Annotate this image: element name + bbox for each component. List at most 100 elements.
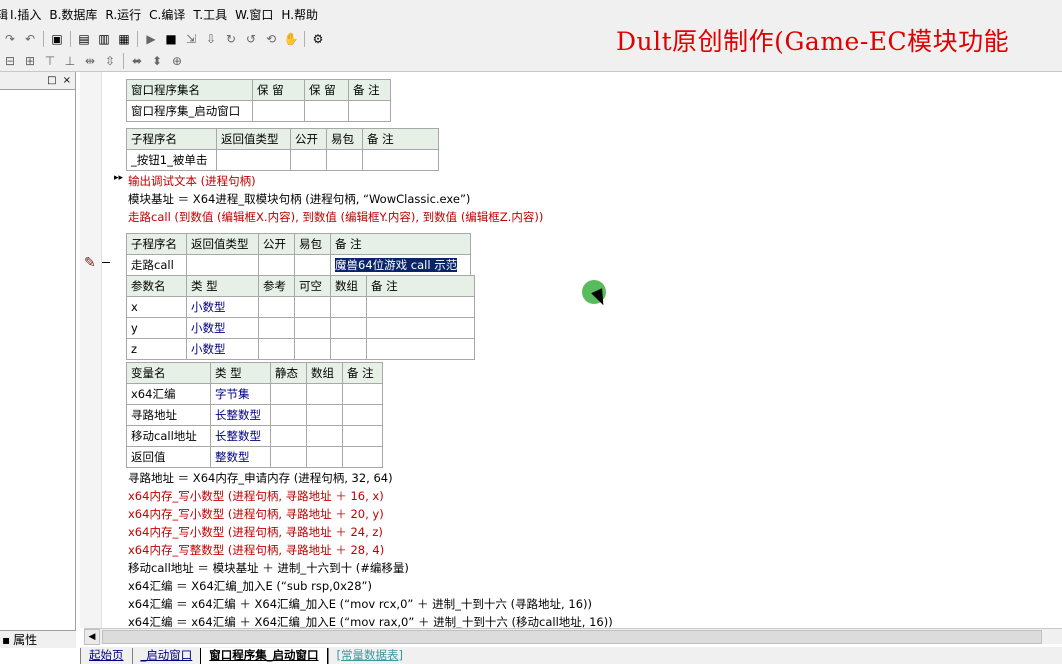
align-left-icon[interactable]: ⊟	[0, 52, 20, 70]
find-icon[interactable]: ▣	[47, 30, 67, 48]
table-cell[interactable]	[304, 100, 349, 122]
table-cell[interactable]	[342, 446, 383, 468]
step-over-icon[interactable]: ↻	[221, 30, 241, 48]
code-line[interactable]: x64汇编 ＝ x64汇编 ＋ X64汇编_加入E (“mov rcx,0” ＋…	[128, 595, 592, 613]
align-top-icon[interactable]: ⊤	[40, 52, 60, 70]
menu-insert[interactable]: I.插入	[10, 6, 49, 23]
menu-window[interactable]: W.窗口	[235, 6, 281, 23]
layout-split-icon[interactable]: ▥	[94, 30, 114, 48]
layout-grid-icon[interactable]: ▦	[114, 30, 134, 48]
menu-tools[interactable]: T.工具	[193, 6, 235, 23]
param-name[interactable]: x	[126, 296, 187, 318]
table-cell[interactable]	[186, 254, 259, 276]
table-cell[interactable]	[342, 425, 383, 447]
same-width-icon[interactable]: ⬌	[127, 52, 147, 70]
undo-icon[interactable]: ↶	[20, 30, 40, 48]
table-cell[interactable]	[270, 383, 307, 405]
table-cell[interactable]	[306, 425, 343, 447]
horizontal-scrollbar[interactable]: ◀	[84, 628, 1062, 645]
menu-edit[interactable]: E.编辑	[0, 6, 10, 23]
var-name[interactable]: 寻路地址	[126, 404, 211, 426]
code-line[interactable]: 移动call地址 ＝ 模块基址 ＋ 进制_十六到十 (#编移量)	[128, 559, 409, 577]
menu-database[interactable]: B.数据库	[49, 6, 105, 23]
code-line[interactable]: x64汇编 ＝ X64汇编_加入E (“sub rsp,0x28”)	[128, 577, 372, 595]
table-cell[interactable]	[258, 338, 295, 360]
align-middle-icon[interactable]: ⊥	[60, 52, 80, 70]
same-size-icon[interactable]: ⊕	[167, 52, 187, 70]
table-cell[interactable]	[258, 254, 295, 276]
align-hspace-icon[interactable]: ⇹	[80, 52, 100, 70]
table-cell[interactable]	[270, 425, 307, 447]
table-cell[interactable]	[270, 446, 307, 468]
code-line[interactable]: x64内存_写整数型 (进程句柄, 寻路地址 ＋ 28, 4)	[128, 541, 384, 559]
step-into-icon[interactable]: ⇩	[201, 30, 221, 48]
table-cell[interactable]	[290, 149, 327, 171]
code-line[interactable]: 寻路地址 ＝ X64内存_申请内存 (进程句柄, 32, 64)	[128, 469, 393, 487]
same-height-icon[interactable]: ⬍	[147, 52, 167, 70]
table-cell[interactable]	[270, 404, 307, 426]
var-type[interactable]: 字节集	[210, 383, 271, 405]
table-row[interactable]: z 小数型	[126, 338, 475, 360]
table-row[interactable]: x64汇编 字节集	[126, 383, 383, 405]
code-line[interactable]: x64内存_写小数型 (进程句柄, 寻路地址 ＋ 20, y)	[128, 505, 384, 523]
var-type[interactable]: 整数型	[210, 446, 271, 468]
code-line[interactable]: 输出调试文本 (进程句柄)	[128, 172, 256, 190]
table-cell[interactable]	[330, 296, 367, 318]
scroll-thumb[interactable]	[102, 629, 1042, 644]
table-cell[interactable]	[348, 100, 391, 122]
var-name[interactable]: 返回值	[126, 446, 211, 468]
menu-compile[interactable]: C.编译	[149, 6, 193, 23]
hand-icon[interactable]: ✋	[281, 30, 301, 48]
code-line[interactable]: x64汇编 ＝ x64汇编 ＋ X64汇编_加入E (“mov rax,0” ＋…	[128, 613, 613, 628]
tab-window-program-set[interactable]: 窗口程序集_启动窗口	[200, 648, 328, 664]
menu-help[interactable]: H.帮助	[281, 6, 326, 23]
layout-window-icon[interactable]: ▤	[74, 30, 94, 48]
var-name[interactable]: x64汇编	[126, 383, 211, 405]
table-cell[interactable]	[366, 317, 475, 339]
var-name[interactable]: 移动call地址	[126, 425, 211, 447]
table-cell[interactable]	[362, 149, 439, 171]
table-cell[interactable]: 走路call	[126, 254, 187, 276]
close-icon[interactable]: ×	[63, 75, 71, 86]
table-cell[interactable]	[258, 317, 295, 339]
code-line[interactable]: x64内存_写小数型 (进程句柄, 寻路地址 ＋ 24, z)	[128, 523, 383, 541]
table-cell[interactable]	[306, 404, 343, 426]
tab-start-page[interactable]: 起始页	[80, 648, 132, 664]
table-row[interactable]: y 小数型	[126, 317, 475, 339]
table-cell[interactable]	[366, 338, 475, 360]
table-cell[interactable]	[216, 149, 291, 171]
align-center-icon[interactable]: ⊞	[20, 52, 40, 70]
menu-run[interactable]: R.运行	[105, 6, 149, 23]
table-row[interactable]: 返回值 整数型	[126, 446, 383, 468]
table-cell[interactable]: _按钮1_被单击	[126, 149, 217, 171]
step-icon[interactable]: ⇲	[181, 30, 201, 48]
param-type[interactable]: 小数型	[186, 338, 259, 360]
table-cell[interactable]	[258, 296, 295, 318]
table-cell[interactable]	[294, 338, 331, 360]
table-cell[interactable]	[330, 317, 367, 339]
table-cell-selected[interactable]: 魔兽64位游戏 call 示范	[330, 254, 471, 276]
table-cell[interactable]: 窗口程序集_启动窗口	[126, 100, 253, 122]
tab-startup-window[interactable]: _启动窗口	[131, 648, 201, 664]
code-editor[interactable]: 窗口程序集名 保 留 保 留 备 注 窗口程序集_启动窗口 子程序名 返回值类型…	[102, 72, 1062, 628]
debug-icon[interactable]: ⚙	[308, 30, 328, 48]
redo-icon[interactable]: ↷	[0, 30, 20, 48]
var-type[interactable]: 长整数型	[210, 425, 271, 447]
param-type[interactable]: 小数型	[186, 317, 259, 339]
properties-tab[interactable]: 属性	[13, 631, 37, 648]
table-cell[interactable]	[294, 317, 331, 339]
table-cell[interactable]	[342, 404, 383, 426]
table-cell[interactable]	[252, 100, 305, 122]
table-cell[interactable]	[294, 296, 331, 318]
run-to-cursor-icon[interactable]: ⟲	[261, 30, 281, 48]
table-cell[interactable]	[306, 383, 343, 405]
stop-icon[interactable]: ■	[161, 30, 181, 48]
align-vspace-icon[interactable]: ⇳	[100, 52, 120, 70]
code-line[interactable]: 走路call (到数值 (编辑框X.内容), 到数值 (编辑框Y.内容), 到数…	[128, 208, 543, 226]
tab-constants[interactable]: [常量数据表]	[327, 648, 411, 664]
table-row[interactable]: x 小数型	[126, 296, 475, 318]
step-out-icon[interactable]: ↺	[241, 30, 261, 48]
code-line[interactable]: x64内存_写小数型 (进程句柄, 寻路地址 ＋ 16, x)	[128, 487, 384, 505]
var-type[interactable]: 长整数型	[210, 404, 271, 426]
table-cell[interactable]	[342, 383, 383, 405]
